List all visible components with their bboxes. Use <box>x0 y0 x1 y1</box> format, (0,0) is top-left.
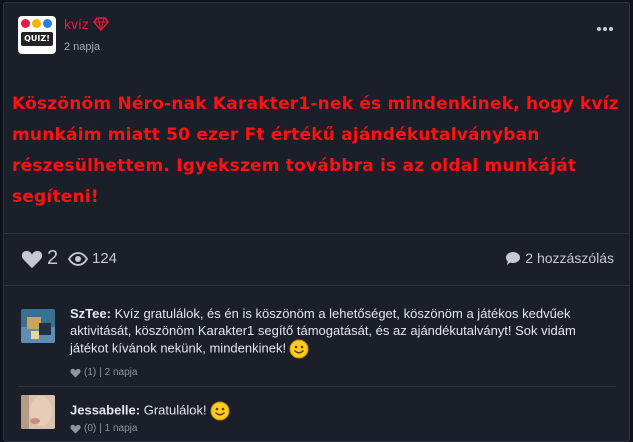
post-header: QUIZ! kvíz 2 napja <box>4 3 629 59</box>
comment-meta: (1) | 2 napja <box>70 367 137 378</box>
comment-time: | 1 napja <box>99 423 138 434</box>
eye-icon <box>68 251 88 266</box>
like-count: 2 <box>47 247 59 269</box>
smiley-icon <box>210 401 230 421</box>
avatar-dots <box>21 19 52 28</box>
author-avatar[interactable]: QUIZ! <box>18 16 56 54</box>
smiley-icon <box>289 339 309 359</box>
comment-text: Kvíz gratulálok, és én is köszönöm a leh… <box>70 306 576 356</box>
post-time[interactable]: 2 napja <box>64 41 100 53</box>
comments-count: 2 hozzászólás <box>525 250 614 266</box>
comment-icon <box>506 251 521 265</box>
comment-author[interactable]: SzTee: <box>70 306 111 321</box>
comment-text: Gratulálok! <box>143 402 207 418</box>
heart-icon[interactable] <box>70 424 81 434</box>
comment-like-count: (0) <box>84 423 97 434</box>
comment-body: SzTee: Kvíz gratulálok, és én is köszönö… <box>70 305 610 359</box>
author-name[interactable]: kvíz <box>64 16 89 32</box>
divider <box>18 386 616 387</box>
post-stats: 2 124 2 hozzászólás <box>4 234 629 284</box>
view-count: 124 <box>92 250 118 267</box>
view-counter: 124 <box>68 250 117 267</box>
like-button[interactable]: 2 <box>21 247 58 270</box>
heart-icon[interactable] <box>70 368 81 378</box>
avatar-label: QUIZ! <box>21 32 53 46</box>
divider <box>4 285 629 286</box>
post-card: QUIZ! kvíz 2 napja Köszönöm Néro-nak Kar… <box>3 2 630 442</box>
gem-icon <box>92 17 109 31</box>
comment-meta: (0) | 1 napja <box>70 423 137 434</box>
author-row: kvíz <box>64 16 109 32</box>
comments-link[interactable]: 2 hozzászólás <box>505 250 614 266</box>
comment-like-count: (1) <box>84 367 97 378</box>
comment-body: Jessabelle: Gratulálok! <box>70 401 610 421</box>
comment-time: | 2 napja <box>99 367 138 378</box>
heart-icon <box>21 250 43 268</box>
comment-avatar[interactable] <box>21 395 55 429</box>
comment-author[interactable]: Jessabelle: <box>70 402 140 417</box>
comment-avatar[interactable] <box>21 309 55 343</box>
post-text: Köszönöm Néro-nak Karakter1-nek és minde… <box>12 94 619 207</box>
more-icon[interactable] <box>597 27 613 31</box>
